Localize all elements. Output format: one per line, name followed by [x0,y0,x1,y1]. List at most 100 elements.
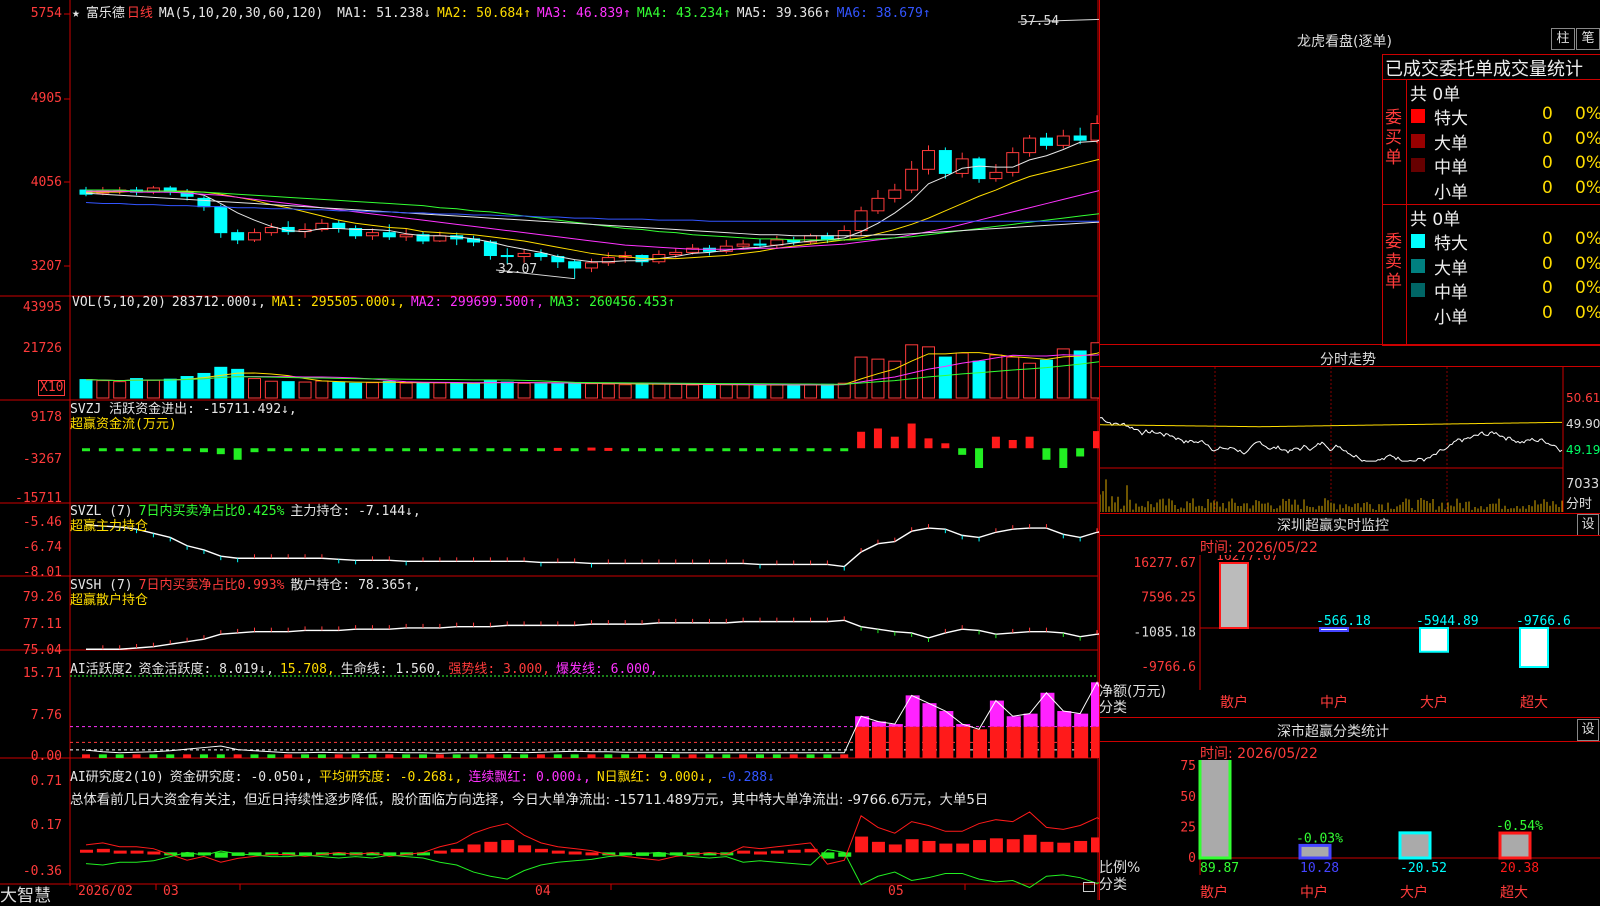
activity-bar [553,754,562,758]
ai-activity-bars [70,675,1100,758]
activity-bar [638,754,647,758]
activity-bar [469,754,478,758]
legend-swatch [1411,109,1425,123]
activity-bar [98,754,107,758]
monitor-settings-button[interactable]: 设 [1577,514,1599,536]
fundflow-bar [284,448,293,452]
classify-category: 散户 [1200,884,1228,900]
fundflow-bar [486,448,495,452]
order-row-name: 特大 [1434,234,1468,254]
candle-body [1039,137,1053,146]
candle-body [1073,135,1087,141]
research-line-red [85,811,1100,865]
order-row-name: 小单 [1434,182,1468,203]
monitor-time: 时间: 2026/05/22 [1200,540,1318,556]
ai2-name: AI研究度2(10) [70,770,164,785]
activity-bar [452,754,461,758]
monitor-y-tick: -1085.18 [1133,625,1196,640]
ma-legend-item: MA4: 43.234↑ [636,6,731,21]
ma-legend-item: MA3: 46.839↑ [536,6,631,21]
divider [1099,741,1600,742]
high-price-label: 57.54 [1020,14,1060,29]
monitor-category: 中户 [1320,694,1348,711]
candle-body [938,150,952,174]
divider [1099,344,1600,345]
volume-bar [568,381,582,399]
price-y-tick: 4905 [30,91,62,106]
order-row-n: 0 [1542,229,1553,249]
volume-bar [787,384,801,399]
research-bar [130,850,144,854]
fundflow-bar [772,448,781,452]
ai1-y-tick: 15.71 [22,666,62,681]
ai1-v2: 15.708, [279,662,335,677]
svzj-bars [82,423,1100,469]
activity-bar [1023,726,1038,758]
fundflow-bar [890,436,899,449]
order-row-n: 0 [1542,128,1553,149]
fundflow-bar [166,448,175,452]
ai2-v4: N日飘红: 9.000↓, [596,770,715,785]
candle-body [568,261,582,269]
volume-bar [399,382,413,399]
classify-y-tick: 0 [1188,851,1196,866]
brand-logo[interactable]: 大智慧 [0,881,51,906]
x-tick: 05 [888,884,904,899]
price-marks [495,18,1100,280]
star-icon[interactable]: ★ [72,6,80,21]
divider [1099,717,1600,718]
volume-bar [281,381,295,399]
activity-bar [216,754,225,758]
fundflow-bar [233,448,242,460]
volume-bar [315,380,329,399]
classify-settings-button[interactable]: 设 [1577,719,1599,741]
fundflow-bar [435,448,444,452]
candle-body [922,150,935,170]
fundflow-bar [419,448,427,452]
volume-bar [905,344,919,399]
candle-body [905,168,919,191]
volume-bar [517,382,531,399]
fundflow-bar [1076,448,1085,457]
fundflow-bar [756,448,764,452]
intraday-chart[interactable] [1100,367,1600,512]
x-tick: 2026/02 [78,884,133,899]
activity-bar [284,754,293,758]
volume-bar [1073,350,1087,399]
fundflow-bar [132,448,141,452]
order-row-n: 0 [1542,177,1553,198]
fundflow-bar [654,448,663,452]
svzl-y-tick: -6.74 [22,540,62,555]
research-bar [551,850,565,854]
period-label[interactable]: 日线 [127,6,153,21]
svsh-y-tick: 77.11 [22,617,62,632]
research-bar [585,852,599,856]
intraday-vol-unit: 分时 [1566,497,1593,512]
fundflow-bar [975,448,984,469]
volume-bar [450,382,464,399]
tick-mode-button[interactable]: 笔 [1576,28,1600,50]
ai2-v2: 平均研究度: -0.268↓, [319,770,463,785]
fundflow-bar [1008,440,1017,449]
volume-bar [298,381,312,399]
volume-bar [500,381,514,399]
bar-mode-button[interactable]: 柱 [1551,28,1575,50]
svsh-desc: 7日内买卖净占比0.993% [138,578,285,593]
monitor-bar [1219,562,1249,630]
fundflow-bar [991,436,1000,449]
low-price-label: 32.07 [498,262,538,277]
research-bar [1023,834,1037,853]
activity-bar [503,754,512,758]
kline-chart[interactable] [0,0,1100,900]
fundflow-bar [317,448,326,452]
svzj-y-tick: -3267 [22,452,62,467]
ma-line [85,202,1100,222]
lock-icon[interactable] [1083,882,1095,892]
ai2-y-tick: -0.36 [22,864,62,879]
svsh-value: 散户持仓: 78.365↑, [290,578,421,593]
candle-body [500,255,514,258]
fundflow-bar [1059,448,1068,469]
activity-bar-top [1074,713,1089,727]
activity-bar [739,754,748,758]
order-row-n: 0 [1542,278,1553,298]
